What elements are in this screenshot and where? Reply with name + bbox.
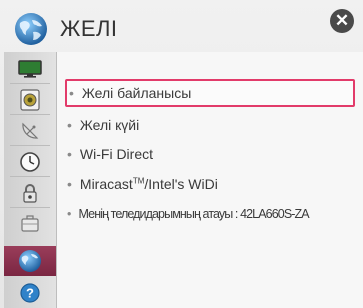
sidebar-item-channels[interactable] xyxy=(4,118,56,144)
sidebar-item-sound[interactable] xyxy=(4,87,56,113)
menu-item-network-connection[interactable]: • Желі байланысы xyxy=(65,79,355,107)
globe-icon xyxy=(15,13,47,45)
close-button[interactable]: ✕ xyxy=(330,9,354,33)
settings-panel: ЖЕЛІ ✕ ? • Желі байланысы • Желі күйі • … xyxy=(0,0,363,308)
menu-item-label: Желі байланысы xyxy=(81,85,192,101)
sidebar-item-option[interactable] xyxy=(4,211,56,237)
globe-icon xyxy=(19,250,41,272)
sidebar-item-picture[interactable] xyxy=(4,56,56,82)
svg-text:?: ? xyxy=(26,286,34,301)
lock-icon xyxy=(23,184,37,203)
sidebar-item-time[interactable] xyxy=(4,149,56,175)
menu-item-label: Менің теледидарымның атауы : 42LA660S-ZA xyxy=(78,207,309,221)
help-icon: ? xyxy=(20,283,40,303)
sidebar-item-support[interactable]: ? xyxy=(4,280,56,306)
menu-item-label: MiracastTM/Intel's WiDi xyxy=(79,176,218,192)
monitor-icon xyxy=(18,60,42,78)
speaker-icon xyxy=(20,89,40,111)
menu-item-tv-name[interactable]: • Менің теледидарымның атауы : 42LA660S-Z… xyxy=(65,200,355,228)
clock-icon xyxy=(20,152,40,172)
menu-item-miracast[interactable]: • MiracastTM/Intel's WiDi xyxy=(65,170,355,198)
menu-list: • Желі байланысы • Желі күйі • Wi-Fi Direct… xyxy=(57,52,363,308)
satellite-dish-icon xyxy=(22,122,39,139)
header: ЖЕЛІ ✕ xyxy=(0,0,363,52)
page-title: ЖЕЛІ xyxy=(60,16,118,41)
sidebar-item-lock[interactable] xyxy=(4,180,56,206)
menu-item-network-status[interactable]: • Желі күйі xyxy=(65,111,355,139)
menu-item-wifi-direct[interactable]: • Wi-Fi Direct xyxy=(65,140,355,168)
sidebar-item-network[interactable] xyxy=(4,246,56,276)
briefcase-icon xyxy=(21,215,39,232)
menu-item-label: Wi-Fi Direct xyxy=(79,146,154,162)
menu-item-label: Желі күйі xyxy=(79,117,140,133)
sidebar: ? xyxy=(4,52,57,308)
close-icon: ✕ xyxy=(334,11,350,30)
